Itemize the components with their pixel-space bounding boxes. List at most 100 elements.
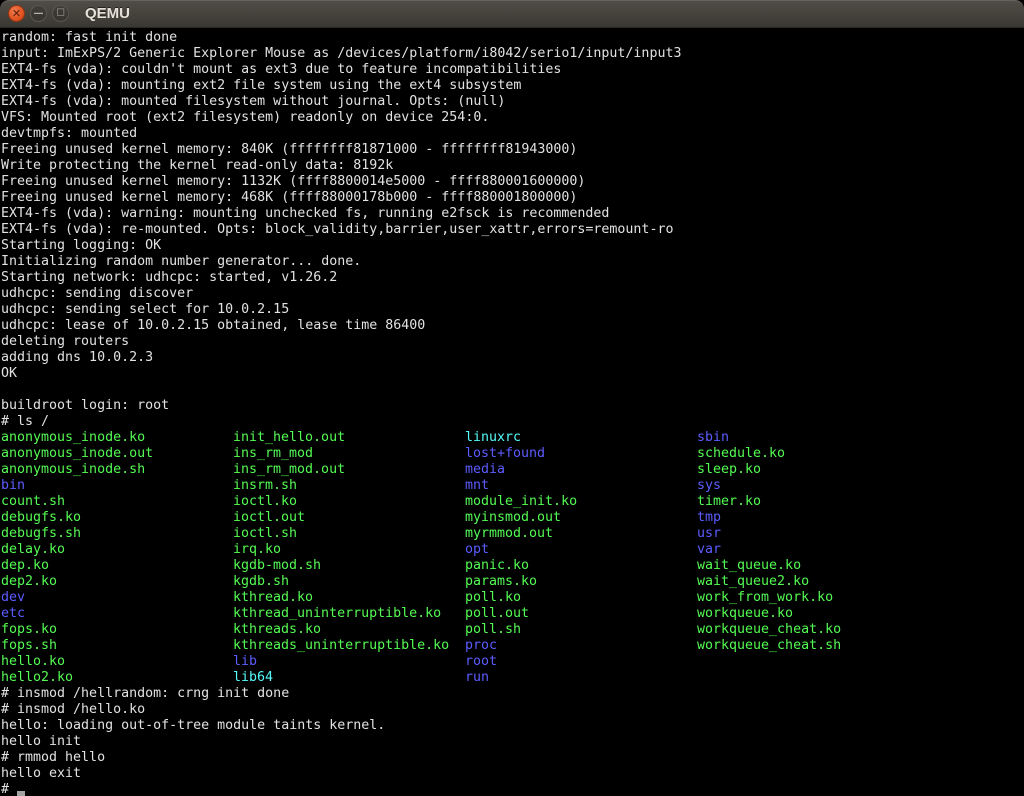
- terminal-line: EXT4-fs (vda): mounted filesystem withou…: [1, 94, 1024, 110]
- file-entry: workqueue_cheat.sh: [697, 638, 929, 654]
- terminal-line: EXT4-fs (vda): couldn't mount as ext3 du…: [1, 62, 1024, 78]
- maximize-icon: □: [56, 9, 65, 18]
- titlebar[interactable]: ✕ — □ QEMU: [0, 0, 1024, 28]
- window-controls: ✕ — □: [8, 5, 69, 22]
- terminal-line: # ls /: [1, 414, 1024, 430]
- file-entry: timer.ko: [697, 494, 929, 510]
- file-entry: irq.ko: [233, 542, 465, 558]
- ls-row: devkthread.kopoll.kowork_from_work.ko: [1, 590, 1024, 606]
- file-entry: proc: [465, 638, 697, 654]
- terminal-line: udhcpc: sending select for 10.0.2.15: [1, 302, 1024, 318]
- ls-row: etckthread_uninterruptible.kopoll.outwor…: [1, 606, 1024, 622]
- file-entry: insrm.sh: [233, 478, 465, 494]
- ls-row: fops.kokthreads.kopoll.shworkqueue_cheat…: [1, 622, 1024, 638]
- file-entry: params.ko: [465, 574, 697, 590]
- file-entry: kgdb-mod.sh: [233, 558, 465, 574]
- file-entry: anonymous_inode.ko: [1, 430, 233, 446]
- file-entry: ins_rm_mod.out: [233, 462, 465, 478]
- ls-row: anonymous_inode.outins_rm_modlost+founds…: [1, 446, 1024, 462]
- terminal-line: # insmod /hello.ko: [1, 702, 1024, 718]
- ls-row: bininsrm.shmntsys: [1, 478, 1024, 494]
- file-entry: ioctl.sh: [233, 526, 465, 542]
- file-entry: linuxrc: [465, 430, 697, 446]
- file-entry: panic.ko: [465, 558, 697, 574]
- qemu-window: ✕ — □ QEMU random: fast init doneinput: …: [0, 0, 1024, 796]
- terminal-line: input: ImExPS/2 Generic Explorer Mouse a…: [1, 46, 1024, 62]
- terminal-output[interactable]: random: fast init doneinput: ImExPS/2 Ge…: [0, 28, 1024, 796]
- ls-row: hello2.kolib64run: [1, 670, 1024, 686]
- terminal-line: [1, 382, 1024, 398]
- terminal-line: hello init: [1, 734, 1024, 750]
- file-entry: anonymous_inode.out: [1, 446, 233, 462]
- maximize-button[interactable]: □: [52, 5, 69, 22]
- close-button[interactable]: ✕: [8, 5, 25, 22]
- file-entry: wait_queue2.ko: [697, 574, 929, 590]
- file-entry: hello2.ko: [1, 670, 233, 686]
- terminal-line: hello exit: [1, 766, 1024, 782]
- terminal-line: Initializing random number generator... …: [1, 254, 1024, 270]
- file-entry: workqueue.ko: [697, 606, 929, 622]
- ls-row: hello.kolibroot: [1, 654, 1024, 670]
- file-entry: opt: [465, 542, 697, 558]
- file-entry: poll.out: [465, 606, 697, 622]
- prompt-line: #: [1, 782, 1024, 796]
- file-entry: ioctl.ko: [233, 494, 465, 510]
- ls-row: dep2.kokgdb.shparams.kowait_queue2.ko: [1, 574, 1024, 590]
- terminal-line: hello: loading out-of-tree module taints…: [1, 718, 1024, 734]
- file-entry: sys: [697, 478, 929, 494]
- terminal-line: Starting logging: OK: [1, 238, 1024, 254]
- file-entry: kthreads.ko: [233, 622, 465, 638]
- terminal-line: Write protecting the kernel read-only da…: [1, 158, 1024, 174]
- file-entry: hello.ko: [1, 654, 233, 670]
- window-title: QEMU: [85, 5, 130, 22]
- ls-row: count.shioctl.komodule_init.kotimer.ko: [1, 494, 1024, 510]
- file-entry: kthread_uninterruptible.ko: [233, 606, 465, 622]
- file-entry: poll.ko: [465, 590, 697, 606]
- terminal-line: Freeing unused kernel memory: 1132K (fff…: [1, 174, 1024, 190]
- file-entry: lost+found: [465, 446, 697, 462]
- file-entry: kthreads_uninterruptible.ko: [233, 638, 465, 654]
- file-entry: lib64: [233, 670, 465, 686]
- ls-row: anonymous_inode.koinit_hello.outlinuxrcs…: [1, 430, 1024, 446]
- file-entry: media: [465, 462, 697, 478]
- minimize-icon: —: [34, 9, 44, 19]
- file-entry: dep.ko: [1, 558, 233, 574]
- file-entry: kgdb.sh: [233, 574, 465, 590]
- ls-row: fops.shkthreads_uninterruptible.koprocwo…: [1, 638, 1024, 654]
- file-entry: debugfs.ko: [1, 510, 233, 526]
- terminal-line: # insmod /hellrandom: crng init done: [1, 686, 1024, 702]
- file-entry: etc: [1, 606, 233, 622]
- terminal-line: buildroot login: root: [1, 398, 1024, 414]
- terminal-line: adding dns 10.0.2.3: [1, 350, 1024, 366]
- file-entry: mnt: [465, 478, 697, 494]
- terminal-line: udhcpc: sending discover: [1, 286, 1024, 302]
- file-entry: myinsmod.out: [465, 510, 697, 526]
- file-entry: lib: [233, 654, 465, 670]
- close-icon: ✕: [12, 8, 21, 19]
- ls-row: anonymous_inode.shins_rm_mod.outmediasle…: [1, 462, 1024, 478]
- ls-row: delay.koirq.kooptvar: [1, 542, 1024, 558]
- file-entry: ioctl.out: [233, 510, 465, 526]
- terminal-line: deleting routers: [1, 334, 1024, 350]
- file-entry: bin: [1, 478, 233, 494]
- file-entry: poll.sh: [465, 622, 697, 638]
- file-entry: work_from_work.ko: [697, 590, 929, 606]
- terminal-line: EXT4-fs (vda): mounting ext2 file system…: [1, 78, 1024, 94]
- file-entry: var: [697, 542, 929, 558]
- file-entry: ins_rm_mod: [233, 446, 465, 462]
- terminal-line: VFS: Mounted root (ext2 filesystem) read…: [1, 110, 1024, 126]
- file-entry: usr: [697, 526, 929, 542]
- ls-row: debugfs.shioctl.shmyrmmod.outusr: [1, 526, 1024, 542]
- file-entry: debugfs.sh: [1, 526, 233, 542]
- terminal-line: # rmmod hello: [1, 750, 1024, 766]
- terminal-line: EXT4-fs (vda): re-mounted. Opts: block_v…: [1, 222, 1024, 238]
- file-entry: delay.ko: [1, 542, 233, 558]
- terminal-line: EXT4-fs (vda): warning: mounting uncheck…: [1, 206, 1024, 222]
- file-entry: count.sh: [1, 494, 233, 510]
- file-entry: sleep.ko: [697, 462, 929, 478]
- file-entry: wait_queue.ko: [697, 558, 929, 574]
- file-entry: fops.sh: [1, 638, 233, 654]
- file-entry: run: [465, 670, 697, 686]
- file-entry: fops.ko: [1, 622, 233, 638]
- minimize-button[interactable]: —: [30, 5, 47, 22]
